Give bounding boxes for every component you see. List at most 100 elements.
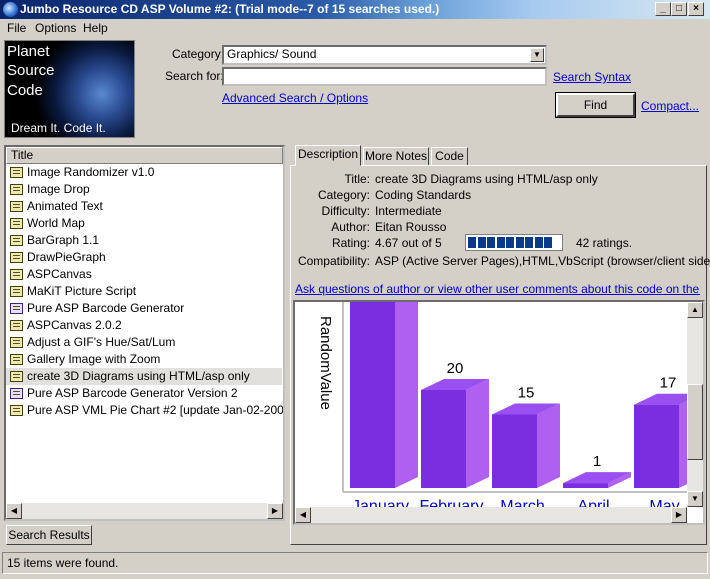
category-value: Graphics/ Sound bbox=[227, 47, 317, 61]
ask-questions-link[interactable]: Ask questions of author or view other us… bbox=[295, 282, 700, 296]
rating-segment bbox=[525, 237, 533, 248]
list-item[interactable]: create 3D Diagrams using HTML/asp only bbox=[6, 368, 282, 385]
menu-help[interactable]: Help bbox=[83, 21, 108, 35]
bar-side bbox=[537, 403, 560, 488]
list-item[interactable]: ASPCanvas 2.0.2 bbox=[6, 317, 282, 334]
title-bar: Jumbo Resource CD ASP Volume #2: (Trial … bbox=[0, 0, 710, 19]
chart-preview: RandomValueJanuary20February15March1Apri… bbox=[293, 300, 705, 525]
detail-rating-value: 4.67 out of 5 bbox=[375, 236, 442, 250]
scroll-up-icon[interactable]: ▲ bbox=[687, 302, 703, 318]
code-listing-icon bbox=[10, 269, 23, 280]
detail-author-value: Eitan Rousso bbox=[375, 220, 447, 234]
tab-description[interactable]: Description bbox=[295, 145, 361, 166]
minimize-button[interactable]: _ bbox=[655, 2, 671, 16]
list-item[interactable]: Adjust a GIF's Hue/Sat/Lum bbox=[6, 334, 282, 351]
data-label: 15 bbox=[518, 385, 535, 402]
planet-source-code-logo: Planet Source Code Dream It. Code It. bbox=[4, 40, 135, 138]
list-item[interactable]: Image Drop bbox=[6, 181, 282, 198]
title-column-header[interactable]: Title bbox=[6, 147, 283, 164]
category-label: Category: bbox=[172, 47, 225, 61]
list-item-title: ASPCanvas bbox=[27, 267, 92, 281]
list-item[interactable]: BarGraph 1.1 bbox=[6, 232, 282, 249]
search-syntax-link[interactable]: Search Syntax bbox=[553, 70, 631, 84]
find-button[interactable]: Find bbox=[555, 92, 636, 118]
close-button[interactable]: × bbox=[688, 2, 704, 16]
data-label: 20 bbox=[447, 360, 464, 377]
list-item[interactable]: Animated Text bbox=[6, 198, 282, 215]
list-item-title: Gallery Image with Zoom bbox=[27, 352, 161, 366]
tab-search-results[interactable]: Search Results bbox=[6, 525, 92, 545]
list-item-title: ASPCanvas 2.0.2 bbox=[27, 318, 122, 332]
category-dropdown[interactable]: Graphics/ Sound ▼ bbox=[222, 45, 547, 65]
detail-difficulty-value: Intermediate bbox=[375, 204, 442, 218]
list-item-title: Image Drop bbox=[27, 182, 90, 196]
list-item[interactable]: DrawPieGraph bbox=[6, 249, 282, 266]
chart-horizontal-scrollbar[interactable]: ◀ ▶ bbox=[295, 507, 687, 523]
list-item[interactable]: ASPCanvas bbox=[6, 266, 282, 283]
list-item-title: Pure ASP VML Pie Chart #2 [update Jan-02… bbox=[27, 403, 285, 417]
rating-segment bbox=[487, 237, 495, 248]
horizontal-scrollbar[interactable]: ◀ ▶ bbox=[6, 503, 283, 519]
app-icon bbox=[3, 2, 18, 17]
bar bbox=[421, 390, 466, 488]
code-listing-icon bbox=[10, 201, 23, 212]
list-item[interactable]: Pure ASP VML Pie Chart #2 [update Jan-02… bbox=[6, 402, 285, 419]
chevron-down-icon[interactable]: ▼ bbox=[530, 48, 544, 62]
code-listing-icon bbox=[10, 354, 23, 365]
list-item-title: BarGraph 1.1 bbox=[27, 233, 100, 247]
rating-segment bbox=[477, 237, 486, 248]
bar-side bbox=[466, 379, 489, 488]
code-listing-icon bbox=[10, 218, 23, 229]
scroll-right-icon[interactable]: ▶ bbox=[671, 507, 687, 523]
logo-tagline: Dream It. Code It. bbox=[11, 121, 106, 135]
logo-line-1: Planet bbox=[7, 43, 50, 60]
list-item[interactable]: Image Randomizer v1.0 bbox=[6, 164, 282, 181]
rating-segment bbox=[496, 237, 505, 248]
menu-file[interactable]: File bbox=[7, 21, 26, 35]
chart-vertical-scrollbar[interactable]: ▲ ▼ bbox=[687, 302, 703, 507]
bar bbox=[492, 414, 537, 488]
rating-bar bbox=[465, 234, 563, 251]
advanced-search-link[interactable]: Advanced Search / Options bbox=[222, 91, 368, 105]
code-listing-icon bbox=[10, 167, 23, 178]
logo-line-2: Source bbox=[7, 62, 55, 79]
code-listing-icon bbox=[10, 337, 23, 348]
compact-link[interactable]: Compact... bbox=[641, 99, 699, 113]
data-label: 1 bbox=[593, 453, 601, 470]
scroll-thumb[interactable] bbox=[687, 384, 703, 460]
scroll-down-icon[interactable]: ▼ bbox=[687, 491, 703, 507]
code-listing-icon bbox=[10, 184, 23, 195]
bar bbox=[350, 302, 395, 488]
list-item[interactable]: MaKiT Picture Script bbox=[6, 283, 282, 300]
list-item-title: MaKiT Picture Script bbox=[27, 284, 137, 298]
rating-segment bbox=[544, 237, 552, 248]
list-item-title: World Map bbox=[27, 216, 85, 230]
scroll-left-icon[interactable]: ◀ bbox=[295, 507, 311, 523]
ratings-count: 42 ratings. bbox=[576, 236, 633, 250]
list-item[interactable]: Pure ASP Barcode Generator bbox=[6, 300, 282, 317]
detail-title-value: create 3D Diagrams using HTML/asp only bbox=[375, 172, 598, 186]
window-title: Jumbo Resource CD ASP Volume #2: (Trial … bbox=[20, 2, 440, 16]
search-input[interactable] bbox=[222, 67, 547, 86]
list-item[interactable]: World Map bbox=[6, 215, 282, 232]
code-listing-icon bbox=[10, 303, 23, 314]
detail-rating-label: Rating: bbox=[331, 236, 370, 250]
list-item[interactable]: Pure ASP Barcode Generator Version 2 bbox=[6, 385, 282, 402]
maximize-button[interactable]: □ bbox=[671, 2, 687, 16]
bar bbox=[634, 404, 679, 488]
bar-chart: RandomValueJanuary20February15March1Apri… bbox=[317, 302, 702, 515]
code-listing-icon bbox=[10, 252, 23, 263]
menu-bar: File Options Help bbox=[0, 19, 710, 37]
list-item-title: Pure ASP Barcode Generator bbox=[27, 301, 185, 315]
rating-segment bbox=[534, 237, 543, 248]
rating-segment bbox=[515, 237, 524, 248]
tab-code[interactable]: Code bbox=[431, 147, 468, 166]
scroll-left-icon[interactable]: ◀ bbox=[6, 503, 22, 519]
code-listing-icon bbox=[10, 320, 23, 331]
detail-compat-label: Compatibility: bbox=[297, 254, 370, 268]
list-item-title: Adjust a GIF's Hue/Sat/Lum bbox=[27, 335, 176, 349]
list-item[interactable]: Gallery Image with Zoom bbox=[6, 351, 282, 368]
scroll-right-icon[interactable]: ▶ bbox=[267, 503, 283, 519]
menu-options[interactable]: Options bbox=[35, 21, 76, 35]
tab-more-notes[interactable]: More Notes bbox=[363, 147, 429, 166]
